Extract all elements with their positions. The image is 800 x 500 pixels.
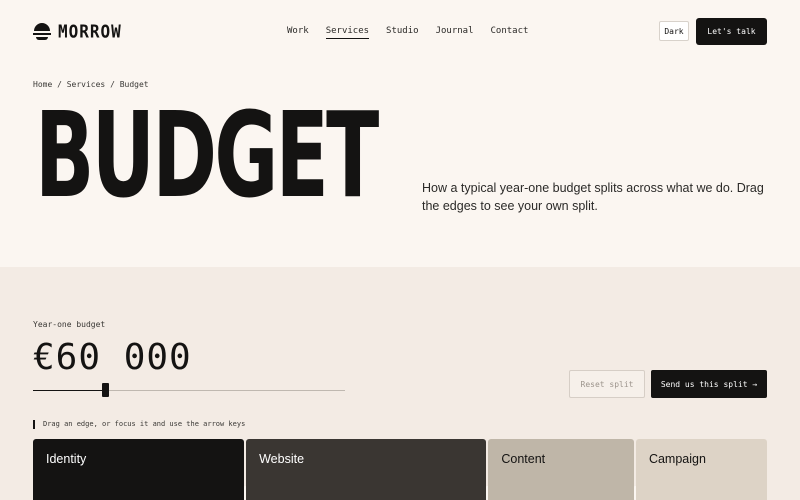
budget-split-bar: Identity Website Content Campaign: [33, 439, 767, 500]
budget-label: Year-one budget: [33, 320, 106, 329]
hat-logo-icon: [33, 23, 51, 40]
nav-item-journal[interactable]: Journal: [436, 26, 474, 39]
brand-name: MORROW: [58, 21, 122, 42]
theme-toggle-button[interactable]: Dark: [659, 21, 689, 41]
split-segment-label: Content: [501, 452, 546, 466]
nav-item-services[interactable]: Services: [325, 26, 370, 39]
page-title-text: BUDGET: [35, 85, 379, 224]
split-segment-campaign[interactable]: Campaign: [635, 439, 767, 500]
send-split-button[interactable]: Send us this split →: [651, 370, 767, 398]
split-segment-label: Website: [259, 452, 305, 466]
split-segment-identity[interactable]: Identity: [33, 439, 248, 500]
budget-slider[interactable]: [33, 383, 345, 397]
nav-item-contact[interactable]: Contact: [491, 26, 529, 39]
reset-split-button[interactable]: Reset split: [569, 370, 645, 398]
budget-slider-fill: [33, 390, 105, 391]
lets-talk-button[interactable]: Let's talk: [696, 18, 767, 45]
budget-section: Year-one budget €60 000 Reset split Send…: [0, 267, 800, 500]
nav-item-studio[interactable]: Studio: [386, 26, 419, 39]
main-nav: Work Services Studio Journal Contact: [287, 26, 528, 39]
budget-amount: €60 000: [33, 337, 192, 378]
budget-slider-thumb[interactable]: [101, 383, 109, 397]
nav-item-work[interactable]: Work: [287, 26, 309, 39]
split-segment-label: Campaign: [648, 452, 706, 466]
drag-hint: Drag an edge, or focus it and use the ar…: [33, 420, 245, 429]
split-segment-website[interactable]: Website: [246, 439, 490, 500]
hero-description: How a typical year-one budget splits acr…: [422, 181, 764, 213]
split-segment-content[interactable]: Content: [488, 439, 637, 500]
brand-logo[interactable]: MORROW: [33, 21, 122, 42]
split-segment-label: Identity: [46, 452, 87, 466]
